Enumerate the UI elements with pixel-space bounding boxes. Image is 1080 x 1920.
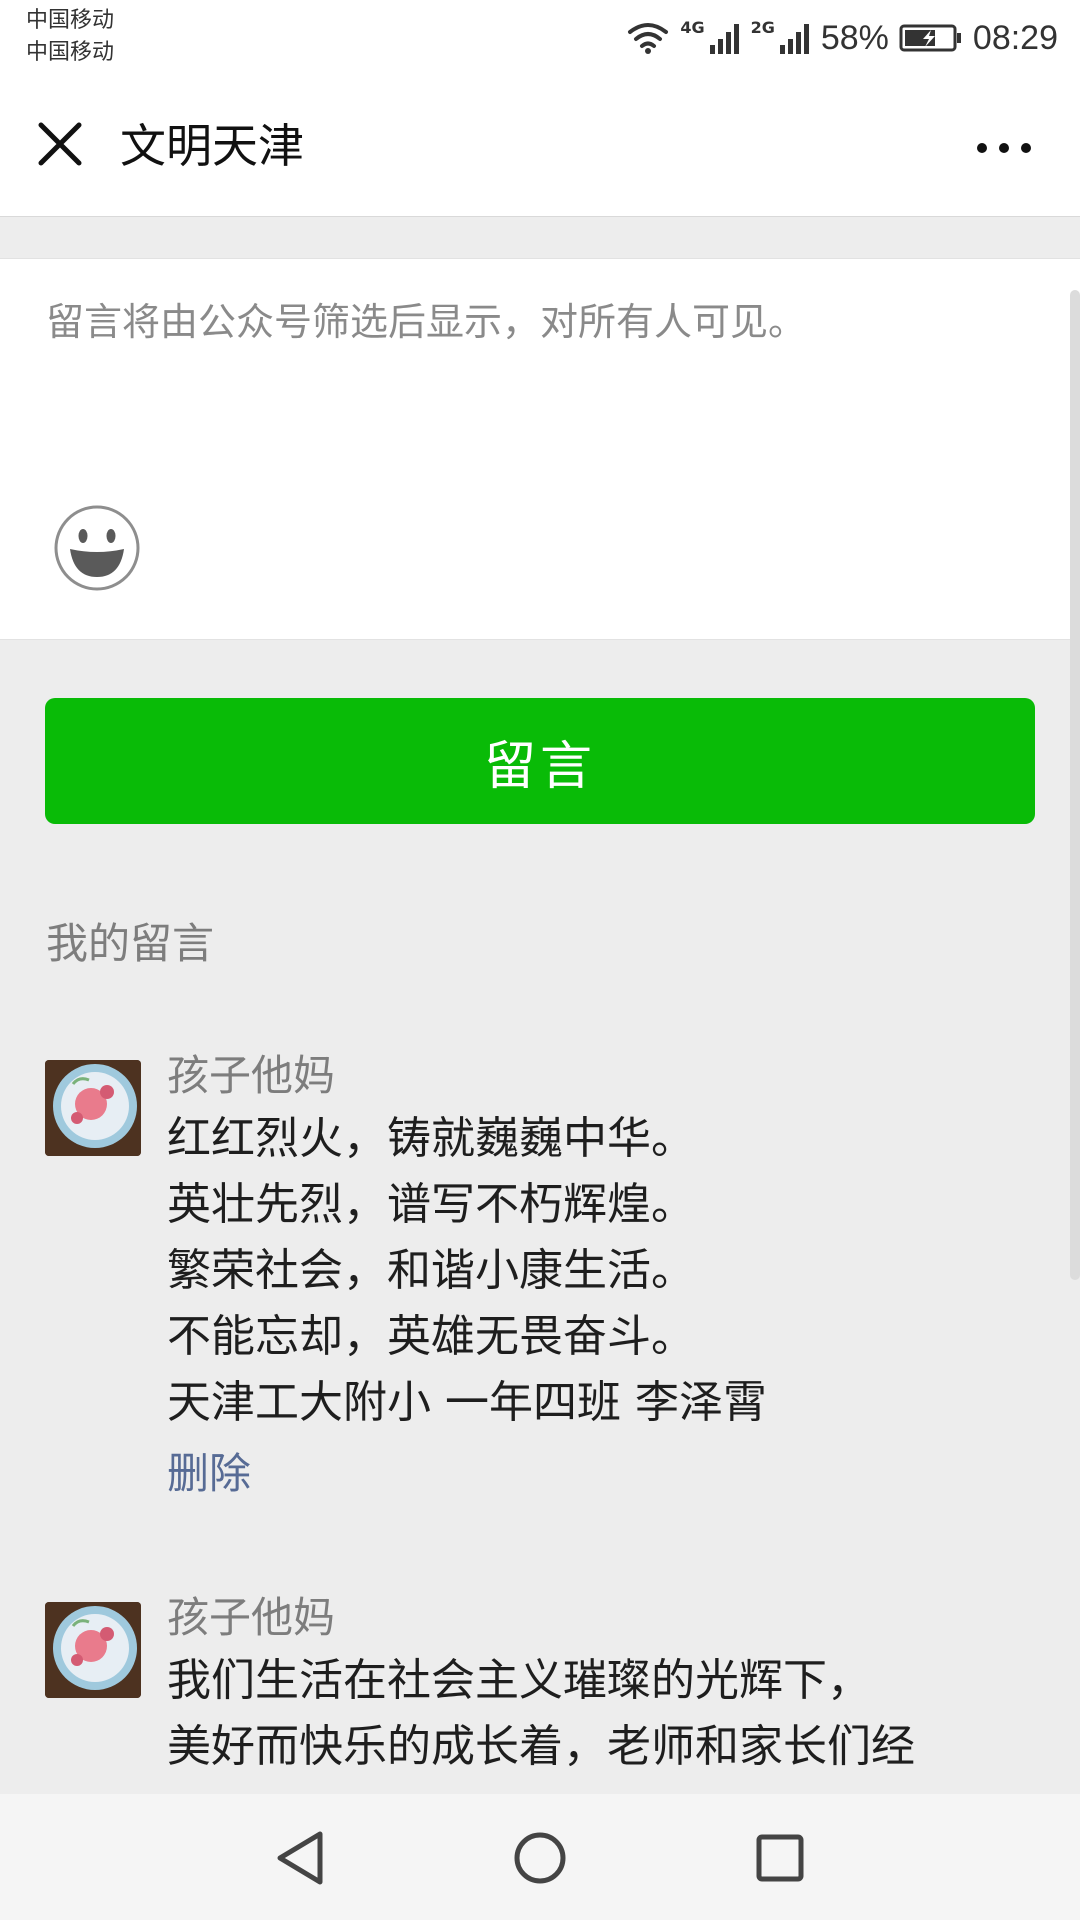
comment-line: 红红烈火，铸就巍巍中华。 <box>167 1113 695 1164</box>
page-title: 文明天津 <box>120 119 304 173</box>
comment-compose-area <box>0 258 1080 640</box>
recent-apps-icon <box>756 1834 804 1882</box>
more-button[interactable] <box>964 118 1044 178</box>
avatar[interactable] <box>45 1060 141 1156</box>
emoji-button[interactable] <box>54 505 140 591</box>
back-icon <box>277 1831 323 1885</box>
clock: 08:29 <box>972 18 1058 57</box>
avatar-image <box>45 1602 141 1698</box>
close-icon <box>38 122 82 166</box>
carrier-label-secondary: 中国移动 <box>26 40 115 65</box>
comment-input[interactable] <box>46 297 1026 497</box>
comment-body: 孩子他妈 我们生活在社会主义璀璨的光辉下， 美好而快乐的成长着，老师和家长们经 <box>167 1588 1047 1780</box>
avatar[interactable] <box>45 1602 141 1698</box>
signal-icon-secondary <box>779 24 809 54</box>
comment-author: 孩子他妈 <box>167 1593 336 1642</box>
system-nav-bar <box>0 1794 1080 1920</box>
comment-line: 不能忘却，英雄无畏奋斗。 <box>167 1311 695 1362</box>
battery-percent: 58% <box>820 18 889 57</box>
comment-line: 繁荣社会，和谐小康生活。 <box>167 1245 695 1296</box>
comment-line: 天津工大附小 一年四班 李泽霄 <box>167 1377 767 1428</box>
my-comments-heading: 我的留言 <box>46 919 215 968</box>
home-icon <box>514 1832 566 1884</box>
comment-line: 英壮先烈，谱写不朽辉煌。 <box>167 1179 695 1230</box>
network-2g-label: 2G <box>750 18 775 37</box>
more-icon <box>977 143 1031 153</box>
delete-comment-link[interactable]: 删除 <box>167 1444 251 1504</box>
comment-author: 孩子他妈 <box>167 1051 336 1100</box>
comment-line: 我们生活在社会主义璀璨的光辉下， <box>167 1655 871 1706</box>
signal-icon <box>709 24 739 54</box>
home-button[interactable] <box>504 1822 576 1894</box>
network-4g-label: 4G <box>680 18 705 37</box>
status-indicators: 4G 2G 58% 08:29 <box>626 14 1058 62</box>
battery-icon <box>899 24 961 52</box>
back-button[interactable] <box>264 1822 336 1894</box>
top-bar: 文明天津 <box>0 80 1080 217</box>
comment-body: 孩子他妈 红红烈火，铸就巍巍中华。 英壮先烈，谱写不朽辉煌。 繁荣社会，和谐小康… <box>167 1046 1047 1504</box>
carrier-label: 中国移动 <box>26 8 115 33</box>
recent-apps-button[interactable] <box>744 1822 816 1894</box>
scrollbar[interactable] <box>1070 290 1080 1280</box>
avatar-image <box>45 1060 141 1156</box>
submit-comment-button[interactable]: 留言 <box>45 698 1035 824</box>
close-button[interactable] <box>30 114 90 174</box>
status-bar: 中国移动 中国移动 4G 2G 58% 08:29 <box>0 0 1080 80</box>
comment-line: 美好而快乐的成长着，老师和家长们经 <box>167 1721 915 1772</box>
wifi-icon <box>628 23 669 54</box>
emoji-icon <box>54 505 140 591</box>
